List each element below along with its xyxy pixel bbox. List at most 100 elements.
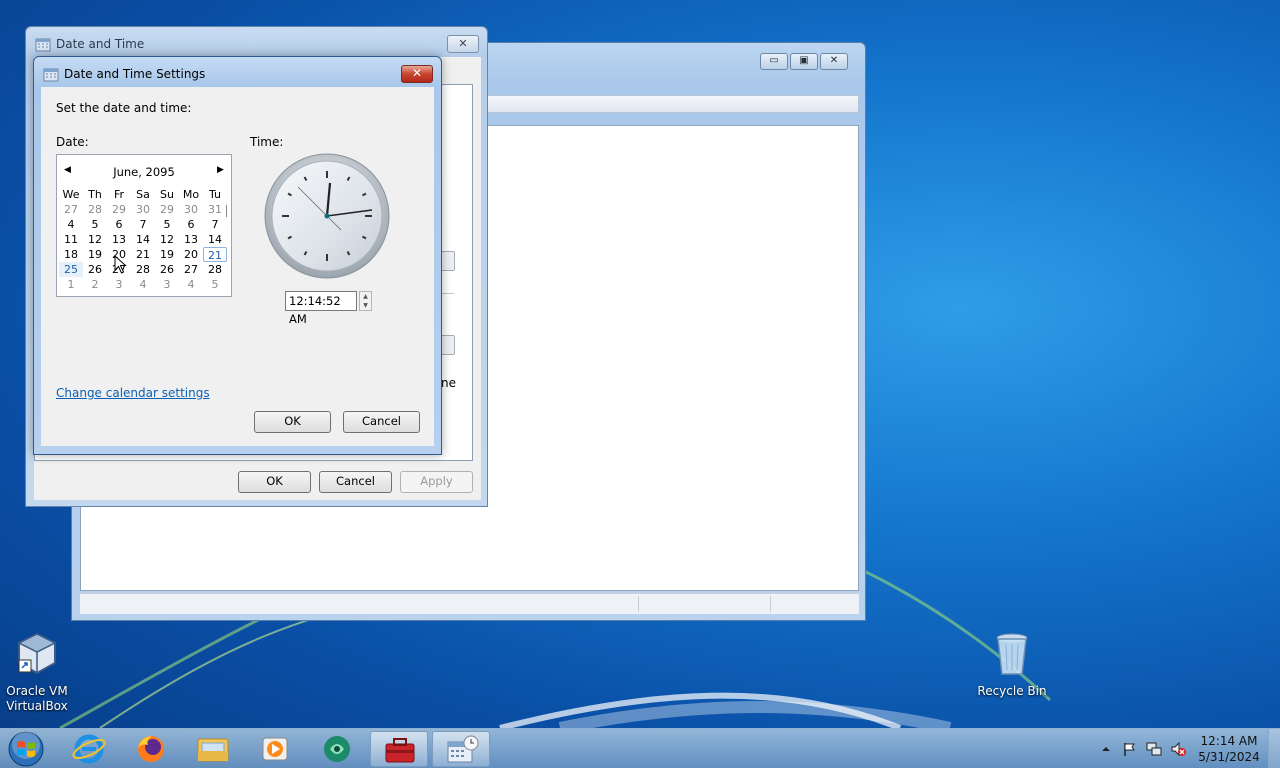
taskbar-toolbox-app[interactable] bbox=[370, 731, 428, 767]
background-window-statusbar bbox=[80, 593, 859, 614]
calendar-day[interactable]: 28 bbox=[131, 262, 155, 277]
minimize-button[interactable]: ▭ bbox=[760, 53, 788, 70]
background-window-caption-buttons: ▭ ▣ ✕ bbox=[760, 53, 848, 70]
calendar-day[interactable]: 6 bbox=[179, 217, 203, 232]
calendar-day[interactable]: 14 bbox=[203, 232, 227, 247]
calendar-day[interactable]: 29 bbox=[107, 202, 131, 217]
date-time-window-close-button[interactable]: ✕ bbox=[447, 35, 479, 53]
calendar-day[interactable]: 5 bbox=[203, 277, 227, 292]
spin-up-icon[interactable]: ▲ bbox=[360, 292, 371, 301]
weekday-label: Mo bbox=[182, 188, 200, 201]
time-spinner[interactable]: ▲ ▼ bbox=[359, 291, 372, 311]
taskbar-media-player[interactable] bbox=[246, 731, 304, 767]
calendar-month-year[interactable]: June, 2095 bbox=[57, 165, 231, 179]
calendar-day[interactable]: 29 bbox=[155, 202, 179, 217]
date-time-settings-dialog[interactable]: Date and Time Settings ✕ Set the date an… bbox=[33, 56, 442, 455]
taskbar: 12:14 AM 5/31/2024 bbox=[0, 728, 1280, 768]
calendar-day[interactable]: 4 bbox=[131, 277, 155, 292]
recycle-bin-icon bbox=[996, 633, 1028, 675]
settings-dialog-close-button[interactable]: ✕ bbox=[401, 65, 433, 83]
calendar-day[interactable]: 14 bbox=[131, 232, 155, 247]
date-time-cancel-button[interactable]: Cancel bbox=[319, 471, 392, 493]
volume-muted-icon[interactable] bbox=[1170, 741, 1186, 757]
calendar-day[interactable]: 26 bbox=[155, 262, 179, 277]
calendar-day[interactable]: 12 bbox=[155, 232, 179, 247]
weekday-label: Fr bbox=[113, 188, 125, 201]
network-icon[interactable] bbox=[1146, 741, 1162, 757]
spin-down-icon[interactable]: ▼ bbox=[360, 301, 371, 310]
desktop-icon-virtualbox[interactable]: Oracle VM VirtualBox bbox=[0, 630, 77, 714]
desktop-icon-label: Recycle Bin bbox=[977, 684, 1047, 698]
calendar-day[interactable]: 30 bbox=[179, 202, 203, 217]
calendar-day[interactable]: 7 bbox=[203, 217, 227, 232]
calendar-day[interactable]: 27 bbox=[179, 262, 203, 277]
show-desktop-button[interactable] bbox=[1268, 729, 1280, 768]
action-center-flag-icon[interactable] bbox=[1122, 741, 1138, 757]
calendar-day[interactable]: 4 bbox=[179, 277, 203, 292]
time-label: Time: bbox=[250, 135, 284, 149]
mouse-cursor-icon bbox=[114, 255, 127, 274]
calendar-day[interactable]: 28 bbox=[203, 262, 227, 277]
start-button-icon[interactable] bbox=[6, 730, 46, 768]
settings-dialog-body: Set the date and time: Date: Time: ◀ Jun… bbox=[41, 87, 434, 446]
time-input[interactable]: 12:14:52 AM bbox=[285, 291, 357, 326]
calendar-day[interactable]: 21 bbox=[131, 247, 155, 262]
calendar-week-row: 18 19 20 21 19 20 21 bbox=[59, 247, 231, 262]
date-time-apply-button[interactable]: Apply bbox=[400, 471, 473, 493]
close-button[interactable]: ✕ bbox=[820, 53, 848, 70]
settings-ok-button[interactable]: OK bbox=[254, 411, 331, 433]
firefox-icon bbox=[138, 736, 164, 762]
calendar-grid: We Th Fr Sa Su Mo Tu 27 28 29 30 29 30 31 4 5 6 7 5 6 7 11 12 1… bbox=[59, 187, 231, 292]
desktop-icon-recycle-bin[interactable]: Recycle Bin bbox=[972, 630, 1052, 699]
date-time-ok-button[interactable]: OK bbox=[238, 471, 311, 493]
change-calendar-settings-link[interactable]: Change calendar settings bbox=[56, 386, 210, 400]
calendar-day[interactable]: 7 bbox=[131, 217, 155, 232]
calendar-day[interactable]: 11 bbox=[59, 232, 83, 247]
clock-time: 12:14 AM bbox=[1200, 734, 1258, 748]
status-separator bbox=[638, 596, 639, 612]
calendar-day[interactable]: 5 bbox=[155, 217, 179, 232]
taskbar-internet-explorer[interactable] bbox=[60, 731, 118, 767]
calendar-day[interactable]: 13 bbox=[179, 232, 203, 247]
taskbar-file-explorer[interactable] bbox=[184, 731, 242, 767]
calendar-week-row: 1234345 bbox=[59, 277, 231, 292]
toolbox-icon bbox=[385, 738, 415, 763]
taskbar-date-time[interactable] bbox=[432, 731, 490, 767]
calendar-day[interactable]: 19 bbox=[83, 247, 107, 262]
calendar-day[interactable]: 6 bbox=[107, 217, 131, 232]
taskbar-clock[interactable]: 12:14 AM 5/31/2024 bbox=[1196, 733, 1262, 765]
green-app-icon bbox=[324, 736, 350, 762]
calendar-day[interactable]: 2 bbox=[83, 277, 107, 292]
date-time-icon bbox=[447, 735, 479, 763]
calendar-day[interactable]: 28 bbox=[83, 202, 107, 217]
calendar[interactable]: ◀ June, 2095 ▶ We Th Fr Sa Su Mo Tu 27 28 29 30 29 3… bbox=[56, 154, 232, 297]
calendar-day[interactable]: 3 bbox=[107, 277, 131, 292]
calendar-day[interactable]: 30 bbox=[131, 202, 155, 217]
calendar-day[interactable]: 27 bbox=[59, 202, 83, 217]
calendar-day[interactable]: 20 bbox=[179, 247, 203, 262]
next-month-button[interactable]: ▶ bbox=[217, 165, 224, 175]
calendar-day[interactable]: 18 bbox=[59, 247, 83, 262]
calendar-day[interactable]: 12 bbox=[83, 232, 107, 247]
calendar-day[interactable]: 31 bbox=[203, 202, 227, 217]
calendar-day[interactable]: 1 bbox=[59, 277, 83, 292]
taskbar-green-app[interactable] bbox=[308, 731, 366, 767]
instruction-text: Set the date and time: bbox=[56, 101, 192, 115]
calendar-day[interactable]: 19 bbox=[155, 247, 179, 262]
maximize-button[interactable]: ▣ bbox=[790, 53, 818, 70]
calendar-day[interactable]: 26 bbox=[83, 262, 107, 277]
calendar-week-row: 4567567 bbox=[59, 217, 231, 232]
weekday-label: Sa bbox=[136, 188, 150, 201]
taskbar-firefox[interactable] bbox=[122, 731, 180, 767]
calendar-day[interactable]: 25 bbox=[59, 262, 83, 277]
settings-cancel-button[interactable]: Cancel bbox=[343, 411, 420, 433]
weekday-label: Tu bbox=[208, 188, 222, 201]
desktop-icon-label: VirtualBox bbox=[6, 699, 68, 713]
calendar-day[interactable]: 21 bbox=[203, 247, 227, 262]
calendar-day[interactable]: 3 bbox=[155, 277, 179, 292]
weekday-label: Th bbox=[88, 188, 102, 201]
calendar-day[interactable]: 13 bbox=[107, 232, 131, 247]
calendar-day[interactable]: 5 bbox=[83, 217, 107, 232]
calendar-day[interactable]: 4 bbox=[59, 217, 83, 232]
show-hidden-icons-icon[interactable] bbox=[1098, 741, 1114, 757]
